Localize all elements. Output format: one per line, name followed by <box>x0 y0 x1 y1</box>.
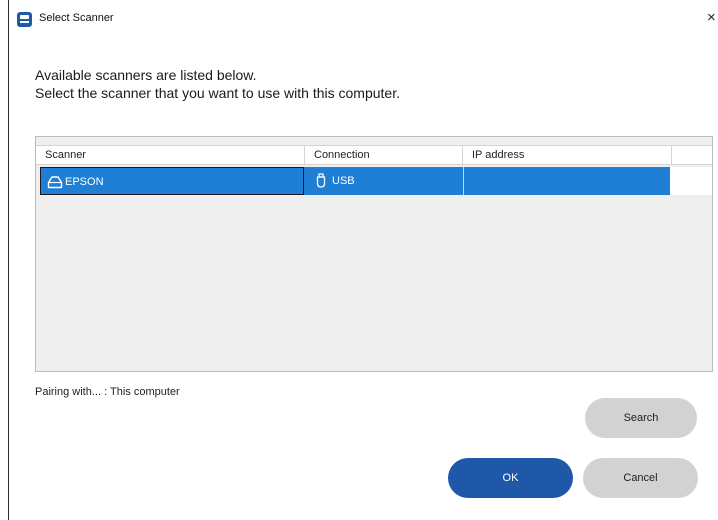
column-header-ip-address[interactable]: IP address <box>463 146 672 164</box>
column-header-connection[interactable]: Connection <box>305 146 463 164</box>
column-header-filler <box>672 146 712 164</box>
usb-icon <box>316 173 326 188</box>
select-scanner-dialog: Select Scanner × Available scanners are … <box>8 0 718 520</box>
cell-scanner: EPSON <box>40 167 304 195</box>
instructions-line-1: Available scanners are listed below. <box>35 67 257 83</box>
scanner-icon <box>47 176 63 189</box>
scanner-name: EPSON <box>65 176 104 188</box>
connection-type: USB <box>332 175 355 187</box>
scanner-list-header: Scanner Connection IP address <box>36 145 712 165</box>
close-button[interactable]: × <box>707 8 718 28</box>
instructions: Available scanners are listed below. Sel… <box>35 66 400 102</box>
row-filler <box>670 167 712 195</box>
instructions-line-2: Select the scanner that you want to use … <box>35 85 400 101</box>
column-header-scanner[interactable]: Scanner <box>36 146 305 164</box>
cell-ip-address <box>463 167 670 195</box>
pairing-status: Pairing with... : This computer <box>35 386 180 398</box>
search-button[interactable]: Search <box>585 398 697 438</box>
window-title: Select Scanner <box>39 12 114 24</box>
ok-button[interactable]: OK <box>448 458 573 498</box>
scanner-list: Scanner Connection IP address EPSON USB <box>35 136 713 372</box>
cancel-button[interactable]: Cancel <box>583 458 698 498</box>
scanner-app-icon <box>17 12 32 27</box>
title-bar: Select Scanner × <box>9 0 718 36</box>
cell-connection: USB <box>304 167 463 195</box>
table-row[interactable]: EPSON USB <box>40 167 670 195</box>
